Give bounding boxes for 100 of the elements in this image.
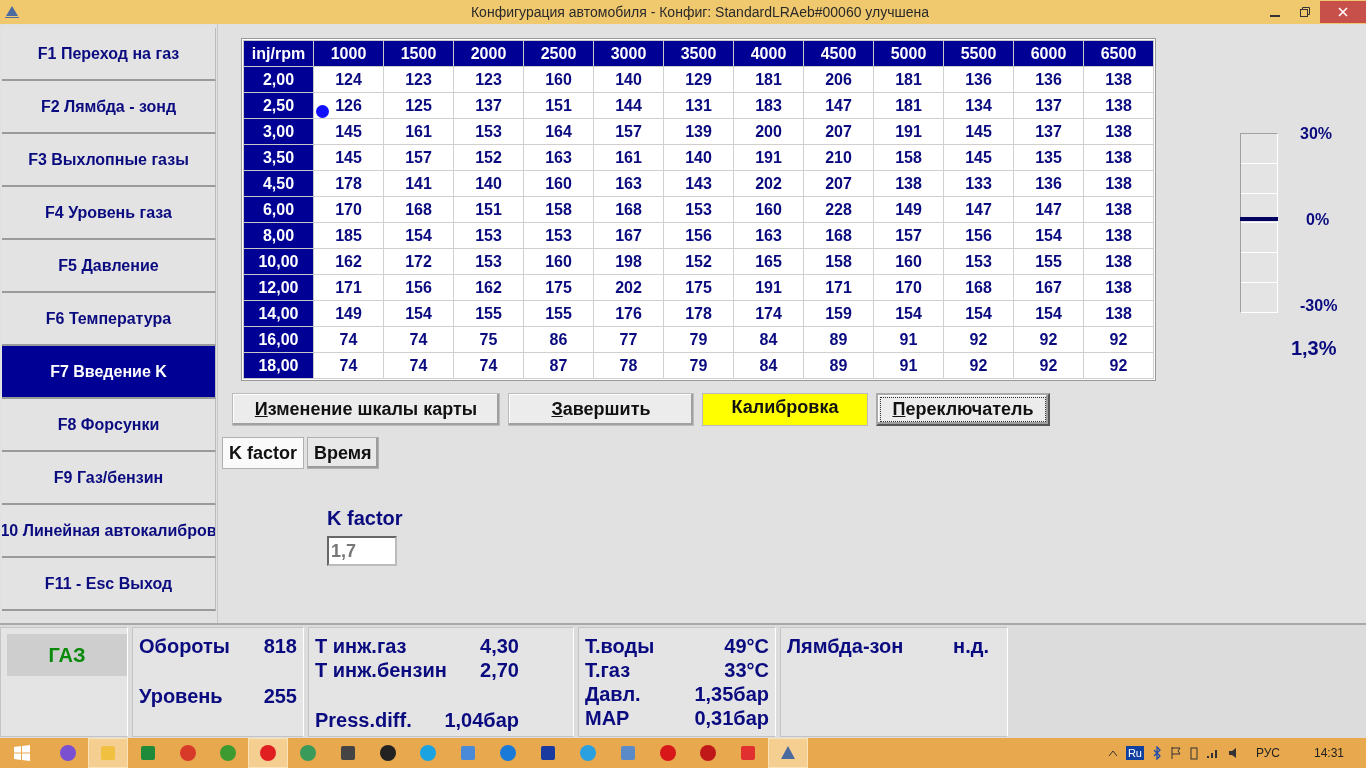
table-cell[interactable]: 138: [1083, 66, 1154, 93]
table-cell[interactable]: 153: [453, 118, 524, 145]
table-cell[interactable]: 123: [453, 66, 524, 93]
table-cell[interactable]: 74: [313, 352, 384, 379]
table-cell[interactable]: 153: [523, 222, 594, 249]
table-cell[interactable]: 145: [313, 144, 384, 171]
table-cell[interactable]: 154: [1013, 222, 1084, 249]
table-cell[interactable]: 137: [453, 92, 524, 119]
table-cell[interactable]: 133: [943, 170, 1014, 197]
table-cell[interactable]: 143: [663, 170, 734, 197]
table-cell[interactable]: 137: [1013, 118, 1084, 145]
taskbar-button[interactable]: [248, 738, 288, 768]
table-cell[interactable]: 151: [523, 92, 594, 119]
table-cell[interactable]: 181: [873, 92, 944, 119]
table-cell[interactable]: 138: [1083, 118, 1154, 145]
table-cell[interactable]: 136: [943, 66, 1014, 93]
table-cell[interactable]: 198: [593, 248, 664, 275]
table-cell[interactable]: 149: [873, 196, 944, 223]
table-cell[interactable]: 168: [383, 196, 454, 223]
table-cell[interactable]: 154: [943, 300, 1014, 327]
table-cell[interactable]: 160: [873, 248, 944, 275]
table-cell[interactable]: 139: [663, 118, 734, 145]
table-cell[interactable]: 158: [873, 144, 944, 171]
table-cell[interactable]: 171: [803, 274, 874, 301]
table-cell[interactable]: 159: [803, 300, 874, 327]
table-cell[interactable]: 92: [1083, 326, 1154, 353]
table-cell[interactable]: 126: [313, 92, 384, 119]
table-cell[interactable]: 175: [663, 274, 734, 301]
table-cell[interactable]: 138: [1083, 222, 1154, 249]
table-cell[interactable]: 141: [383, 170, 454, 197]
table-cell[interactable]: 86: [523, 326, 594, 353]
table-cell[interactable]: 140: [593, 66, 664, 93]
table-cell[interactable]: 138: [1083, 300, 1154, 327]
action-button[interactable]: Завершить: [508, 393, 694, 426]
table-cell[interactable]: 92: [1013, 326, 1084, 353]
table-cell[interactable]: 152: [453, 144, 524, 171]
table-cell[interactable]: 207: [803, 170, 874, 197]
sidebar-item[interactable]: F3 Выхлопные газы: [2, 134, 216, 187]
table-cell[interactable]: 172: [383, 248, 454, 275]
table-cell[interactable]: 154: [873, 300, 944, 327]
sidebar-item[interactable]: 10 Линейная автокалибров: [2, 505, 216, 558]
table-cell[interactable]: 87: [523, 352, 594, 379]
table-cell[interactable]: 75: [453, 326, 524, 353]
table-cell[interactable]: 147: [943, 196, 1014, 223]
table-cell[interactable]: 163: [733, 222, 804, 249]
table-cell[interactable]: 170: [313, 196, 384, 223]
table-cell[interactable]: 206: [803, 66, 874, 93]
table-cell[interactable]: 175: [523, 274, 594, 301]
table-cell[interactable]: 138: [1083, 196, 1154, 223]
language-indicator[interactable]: Ru: [1125, 746, 1144, 760]
table-cell[interactable]: 144: [593, 92, 664, 119]
table-cell[interactable]: 157: [593, 118, 664, 145]
table-cell[interactable]: 160: [733, 196, 804, 223]
table-cell[interactable]: 74: [313, 326, 384, 353]
table-cell[interactable]: 92: [1083, 352, 1154, 379]
table-cell[interactable]: 84: [733, 326, 804, 353]
table-cell[interactable]: 153: [453, 222, 524, 249]
table-cell[interactable]: 163: [593, 170, 664, 197]
table-cell[interactable]: 91: [873, 326, 944, 353]
table-cell[interactable]: 151: [453, 196, 524, 223]
table-cell[interactable]: 153: [453, 248, 524, 275]
table-cell[interactable]: 178: [313, 170, 384, 197]
table-cell[interactable]: 125: [383, 92, 454, 119]
table-cell[interactable]: 145: [313, 118, 384, 145]
sidebar-item[interactable]: F2 Лямбда - зонд: [2, 81, 216, 134]
table-cell[interactable]: 181: [733, 66, 804, 93]
table-cell[interactable]: 168: [803, 222, 874, 249]
table-cell[interactable]: 162: [313, 248, 384, 275]
table-cell[interactable]: 191: [733, 144, 804, 171]
table-cell[interactable]: 170: [873, 274, 944, 301]
table-cell[interactable]: 77: [593, 326, 664, 353]
table-cell[interactable]: 160: [523, 66, 594, 93]
table-cell[interactable]: 152: [663, 248, 734, 275]
table-cell[interactable]: 145: [943, 118, 1014, 145]
table-cell[interactable]: 160: [523, 170, 594, 197]
table-cell[interactable]: 165: [733, 248, 804, 275]
table-cell[interactable]: 161: [593, 144, 664, 171]
tab[interactable]: Время: [307, 437, 379, 469]
table-cell[interactable]: 79: [663, 326, 734, 353]
sidebar-item[interactable]: F5 Давление: [2, 240, 216, 293]
sidebar-item[interactable]: F8 Форсунки: [2, 399, 216, 452]
table-cell[interactable]: 183: [733, 92, 804, 119]
table-cell[interactable]: 185: [313, 222, 384, 249]
sidebar-item[interactable]: F11 - Esc Выход: [2, 558, 216, 611]
table-cell[interactable]: 156: [383, 274, 454, 301]
sidebar-item[interactable]: F4 Уровень газа: [2, 187, 216, 240]
table-cell[interactable]: 160: [523, 248, 594, 275]
table-cell[interactable]: 155: [453, 300, 524, 327]
table-cell[interactable]: 136: [1013, 66, 1084, 93]
flag-icon[interactable]: [1169, 746, 1182, 760]
table-cell[interactable]: 174: [733, 300, 804, 327]
table-cell[interactable]: 162: [453, 274, 524, 301]
table-cell[interactable]: 74: [383, 326, 454, 353]
table-cell[interactable]: 149: [313, 300, 384, 327]
table-cell[interactable]: 92: [1013, 352, 1084, 379]
sidebar-item[interactable]: F9 Газ/бензин: [2, 452, 216, 505]
battery-icon[interactable]: [1189, 746, 1198, 760]
table-cell[interactable]: 168: [943, 274, 1014, 301]
table-cell[interactable]: 136: [1013, 170, 1084, 197]
bluetooth-icon[interactable]: [1151, 746, 1162, 760]
